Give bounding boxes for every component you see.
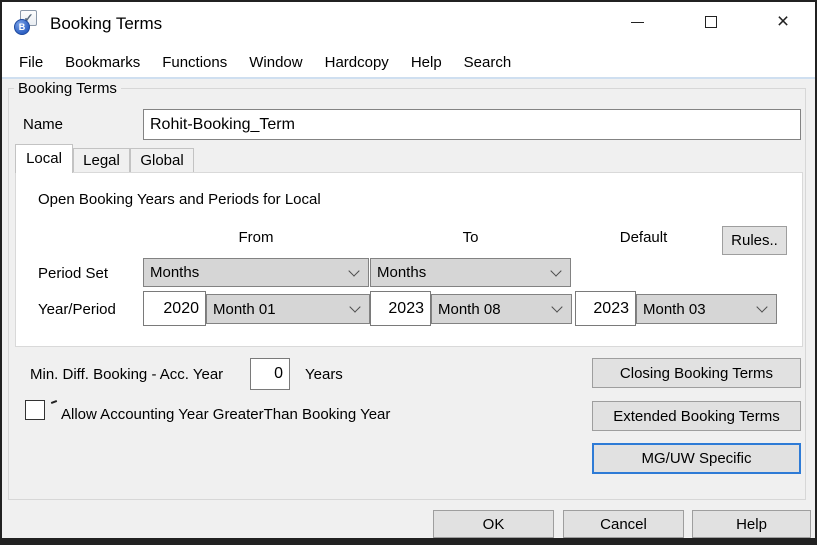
booking-terms-dialog: ✓ B Booking Terms × File Bookmarks Funct…: [2, 2, 815, 538]
extended-booking-terms-button[interactable]: Extended Booking Terms: [592, 401, 801, 431]
from-period-value: Month 01: [213, 301, 276, 318]
period-set-from-dropdown[interactable]: Months: [143, 258, 369, 287]
chevron-down-icon: [550, 265, 561, 276]
app-letter-icon: B: [14, 19, 30, 35]
from-year-input[interactable]: [143, 291, 206, 326]
help-button[interactable]: Help: [692, 510, 811, 538]
menu-bookmarks[interactable]: Bookmarks: [54, 50, 151, 75]
column-header-from: From: [143, 229, 369, 246]
chevron-down-icon: [349, 301, 360, 312]
closing-booking-terms-button[interactable]: Closing Booking Terms: [592, 358, 801, 388]
groupbox-label: Booking Terms: [14, 80, 121, 97]
chevron-down-icon: [348, 265, 359, 276]
maximize-button[interactable]: [686, 2, 736, 42]
menu-bar: File Bookmarks Functions Window Hardcopy…: [2, 48, 815, 79]
close-icon: ×: [777, 12, 789, 32]
cancel-button[interactable]: Cancel: [563, 510, 684, 538]
to-period-value: Month 08: [438, 301, 501, 318]
period-set-to-dropdown[interactable]: Months: [370, 258, 571, 287]
allow-accounting-year-checkbox[interactable]: [25, 400, 45, 420]
tab-local[interactable]: Local: [15, 144, 73, 173]
window-title: Booking Terms: [50, 14, 162, 34]
from-period-dropdown[interactable]: Month 01: [206, 294, 370, 324]
to-period-dropdown[interactable]: Month 08: [431, 294, 572, 324]
maximize-icon: [705, 16, 717, 28]
column-header-default: Default: [577, 229, 710, 246]
menu-file[interactable]: File: [8, 50, 54, 75]
panel-heading: Open Booking Years and Periods for Local: [38, 191, 321, 208]
app-icon: ✓ B: [14, 10, 40, 36]
name-input[interactable]: [143, 109, 801, 140]
column-header-to: To: [370, 229, 571, 246]
period-set-from-value: Months: [150, 264, 199, 281]
menu-functions[interactable]: Functions: [151, 50, 238, 75]
ok-button[interactable]: OK: [433, 510, 554, 538]
menu-window[interactable]: Window: [238, 50, 313, 75]
menu-search[interactable]: Search: [453, 50, 523, 75]
default-year-input[interactable]: [575, 291, 636, 326]
year-period-label: Year/Period: [38, 301, 116, 318]
close-button[interactable]: ×: [758, 2, 808, 42]
rules-button[interactable]: Rules..: [722, 226, 787, 255]
tab-global[interactable]: Global: [130, 148, 194, 173]
allow-accounting-year-label: Allow Accounting Year GreaterThan Bookin…: [61, 406, 390, 423]
minimize-button[interactable]: [612, 2, 662, 42]
to-year-input[interactable]: [370, 291, 431, 326]
chevron-down-icon: [756, 301, 767, 312]
chevron-down-icon: [551, 301, 562, 312]
default-period-dropdown[interactable]: Month 03: [636, 294, 777, 324]
menu-hardcopy[interactable]: Hardcopy: [314, 50, 400, 75]
period-set-to-value: Months: [377, 264, 426, 281]
default-period-value: Month 03: [643, 301, 706, 318]
title-bar: ✓ B Booking Terms ×: [2, 2, 815, 48]
min-diff-input[interactable]: [250, 358, 290, 390]
minimize-icon: [631, 22, 644, 23]
tab-legal[interactable]: Legal: [73, 148, 130, 173]
menu-help[interactable]: Help: [400, 50, 453, 75]
period-set-label: Period Set: [38, 265, 108, 282]
min-diff-suffix: Years: [305, 366, 343, 383]
mg-uw-specific-button[interactable]: MG/UW Specific: [592, 443, 801, 474]
name-label: Name: [23, 116, 63, 133]
min-diff-label: Min. Diff. Booking - Acc. Year: [30, 366, 223, 383]
